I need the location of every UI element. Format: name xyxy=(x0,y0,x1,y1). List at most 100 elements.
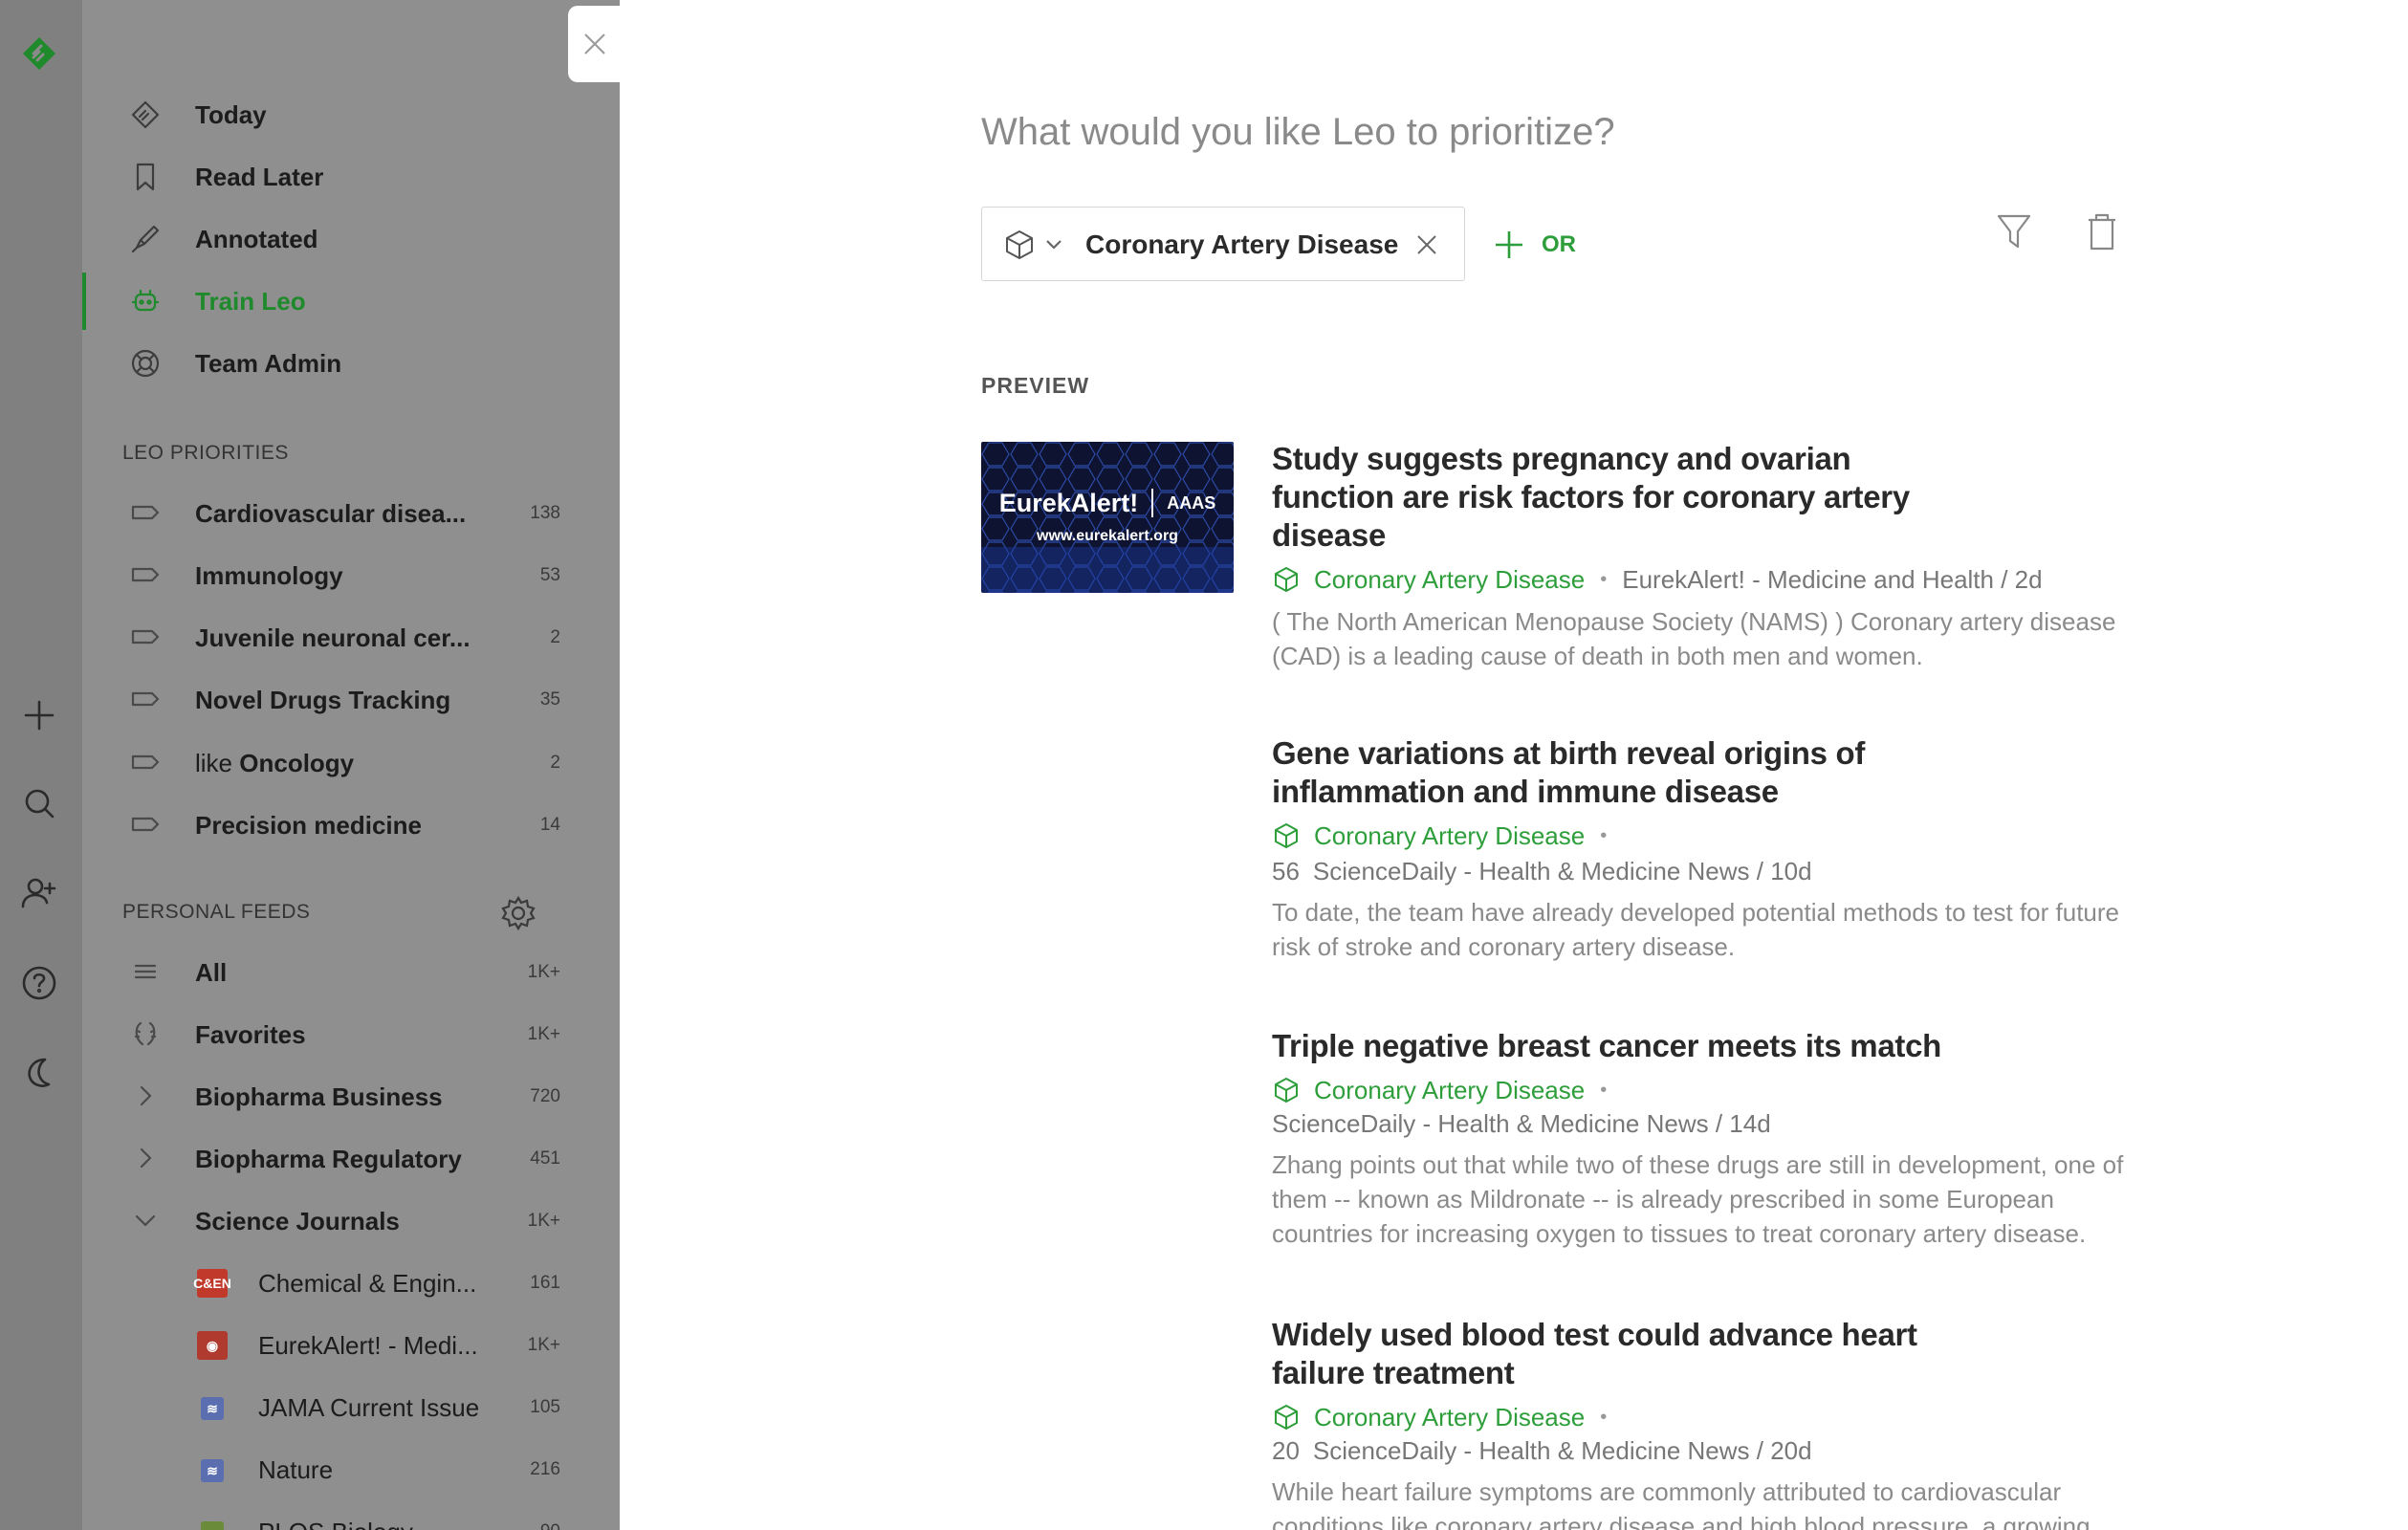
search-icon[interactable] xyxy=(18,782,60,824)
priority-item[interactable]: Immunology 53 xyxy=(82,550,620,600)
chevron-right-icon[interactable] xyxy=(126,1077,164,1115)
lifebuoy-icon xyxy=(126,344,164,382)
priority-item[interactable]: Cardiovascular disea... 138 xyxy=(82,488,620,537)
nav-train-leo[interactable]: Train Leo xyxy=(82,273,620,330)
feed-item-science-journals[interactable]: Science Journals 1K+ xyxy=(82,1195,620,1245)
source-item[interactable]: PLOS Biology 90 xyxy=(82,1506,620,1530)
source-item[interactable]: ≋ JAMA Current Issue 105 xyxy=(82,1382,620,1432)
close-panel-button[interactable] xyxy=(568,6,622,82)
feed-item-biopharma-regulatory[interactable]: Biopharma Regulatory 451 xyxy=(82,1133,620,1183)
priority-item[interactable]: Juvenile neuronal cer... 2 xyxy=(82,612,620,662)
article-meta: Coronary Artery Disease • xyxy=(1272,820,1622,851)
priority-item[interactable]: Novel Drugs Tracking 35 xyxy=(82,674,620,724)
add-user-icon[interactable] xyxy=(18,872,60,914)
help-icon[interactable] xyxy=(18,962,60,1004)
tag-icon xyxy=(126,805,164,843)
article-source[interactable]: ScienceDaily - Health & Medicine News / … xyxy=(1313,857,1812,885)
source-count: 161 xyxy=(530,1273,560,1293)
thumb-aaas-text: AAAS xyxy=(1167,492,1216,513)
source-label: PLOS Biology xyxy=(258,1518,413,1530)
remove-topic-icon[interactable] xyxy=(1412,230,1441,259)
article-topic[interactable]: Coronary Artery Disease xyxy=(1314,1076,1585,1105)
gear-icon[interactable] xyxy=(499,894,537,932)
article-meta: Coronary Artery Disease • xyxy=(1272,1075,1622,1105)
source-logo-icon: C&EN xyxy=(193,1269,231,1298)
topic-cube-icon xyxy=(1275,1405,1298,1430)
thumb-logo-text: EurekAlert! xyxy=(998,488,1139,517)
feedly-logo-icon[interactable] xyxy=(18,33,60,75)
tag-icon xyxy=(126,618,164,656)
filter-icon[interactable] xyxy=(1993,208,2039,258)
source-item[interactable]: ≋ Nature 216 xyxy=(82,1444,620,1494)
topic-chip[interactable]: Coronary Artery Disease xyxy=(981,207,1465,281)
article-topic[interactable]: Coronary Artery Disease xyxy=(1314,821,1585,851)
article-title[interactable]: Widely used blood test could advance hea… xyxy=(1272,1316,1941,1392)
article-summary: To date, the team have already developed… xyxy=(1272,898,2120,961)
topic-chip-label: Coronary Artery Disease xyxy=(1085,230,1399,259)
source-label: JAMA Current Issue xyxy=(258,1393,480,1422)
article-source[interactable]: EurekAlert! - Medicine and Health / 2d xyxy=(1622,565,2042,595)
app-rail xyxy=(0,0,82,1530)
tag-icon xyxy=(126,493,164,532)
topic-cube-icon xyxy=(1275,823,1298,848)
add-or-button[interactable]: OR xyxy=(1492,224,1576,266)
source-item[interactable]: ◉ EurekAlert! - Medi... 1K+ xyxy=(82,1320,620,1369)
source-label: EurekAlert! - Medi... xyxy=(258,1331,478,1360)
article-meta-line: 20 ScienceDaily - Health & Medicine News … xyxy=(1272,1436,1812,1466)
meta-separator: • xyxy=(1600,824,1608,846)
priority-label: Novel Drugs Tracking xyxy=(195,686,451,714)
feed-count: 1K+ xyxy=(527,1211,560,1231)
feed-item-all[interactable]: All 1K+ xyxy=(82,947,620,996)
sidebar: Today Read Later Annotated Train Leo Tea… xyxy=(82,0,620,1530)
article-engagement-count: 56 xyxy=(1272,857,1300,885)
main-panel: What would you like Leo to prioritize? C… xyxy=(620,0,2408,1530)
article-source[interactable]: ScienceDaily - Health & Medicine News / … xyxy=(1272,1109,1771,1139)
nav-team-admin[interactable]: Team Admin xyxy=(82,339,620,388)
highlighter-icon xyxy=(126,220,164,258)
tag-icon xyxy=(126,556,164,594)
article-summary: While heart failure symptoms are commonl… xyxy=(1272,1477,2091,1530)
article-topic[interactable]: Coronary Artery Disease xyxy=(1314,1403,1585,1432)
logo-divider xyxy=(1151,489,1154,517)
feed-count: 720 xyxy=(530,1086,560,1106)
nav-label: Annotated xyxy=(195,224,318,253)
feed-item-favorites[interactable]: Favorites 1K+ xyxy=(82,1009,620,1059)
chevron-right-icon[interactable] xyxy=(126,1139,164,1177)
article-title[interactable]: Gene variations at birth reveal origins … xyxy=(1272,734,1941,811)
nav-read-later[interactable]: Read Later xyxy=(82,152,620,202)
priority-item[interactable]: like Oncology 2 xyxy=(82,737,620,787)
source-logo-icon: ◉ xyxy=(197,1331,228,1360)
feed-label: All xyxy=(195,958,228,987)
source-label: Chemical & Engin... xyxy=(258,1269,477,1298)
add-icon[interactable] xyxy=(18,694,60,736)
rss-icon: ≋ xyxy=(201,1397,224,1420)
source-label: Nature xyxy=(258,1455,334,1484)
nav-today[interactable]: Today xyxy=(82,90,620,140)
article-topic[interactable]: Coronary Artery Disease xyxy=(1314,565,1585,595)
source-item[interactable]: C&EN Chemical & Engin... 161 xyxy=(82,1257,620,1307)
bookmark-icon xyxy=(126,158,164,196)
dark-mode-icon[interactable] xyxy=(18,1052,60,1094)
feed-item-biopharma-business[interactable]: Biopharma Business 720 xyxy=(82,1071,620,1121)
topic-cube-icon xyxy=(1275,567,1298,592)
meta-separator: • xyxy=(1600,1079,1608,1101)
leo-priorities-header: LEO PRIORITIES xyxy=(122,442,289,464)
article-source[interactable]: ScienceDaily - Health & Medicine News / … xyxy=(1313,1436,1812,1465)
chevron-down-icon[interactable] xyxy=(1043,234,1064,255)
source-count: 1K+ xyxy=(527,1335,560,1355)
nav-annotated[interactable]: Annotated xyxy=(82,214,620,264)
thumb-url: www.eurekalert.org xyxy=(1037,528,1178,544)
chevron-down-icon[interactable] xyxy=(126,1201,164,1239)
close-icon xyxy=(584,33,605,55)
or-label: OR xyxy=(1542,231,1576,257)
priority-item[interactable]: Precision medicine 14 xyxy=(82,799,620,849)
article-summary: Zhang points out that while two of these… xyxy=(1272,1150,2124,1248)
priority-count: 14 xyxy=(539,815,560,835)
priority-label: Cardiovascular disea... xyxy=(195,499,467,528)
article-title[interactable]: Triple negative breast cancer meets its … xyxy=(1272,1027,2133,1065)
article-title[interactable]: Study suggests pregnancy and ovarian fun… xyxy=(1272,440,1941,555)
article-thumbnail[interactable]: EurekAlert! AAAS www.eurekalert.org xyxy=(981,442,1234,593)
topic-cube-icon[interactable] xyxy=(1003,229,1036,261)
page-title: What would you like Leo to prioritize? xyxy=(981,111,1615,153)
trash-icon[interactable] xyxy=(2081,208,2127,258)
